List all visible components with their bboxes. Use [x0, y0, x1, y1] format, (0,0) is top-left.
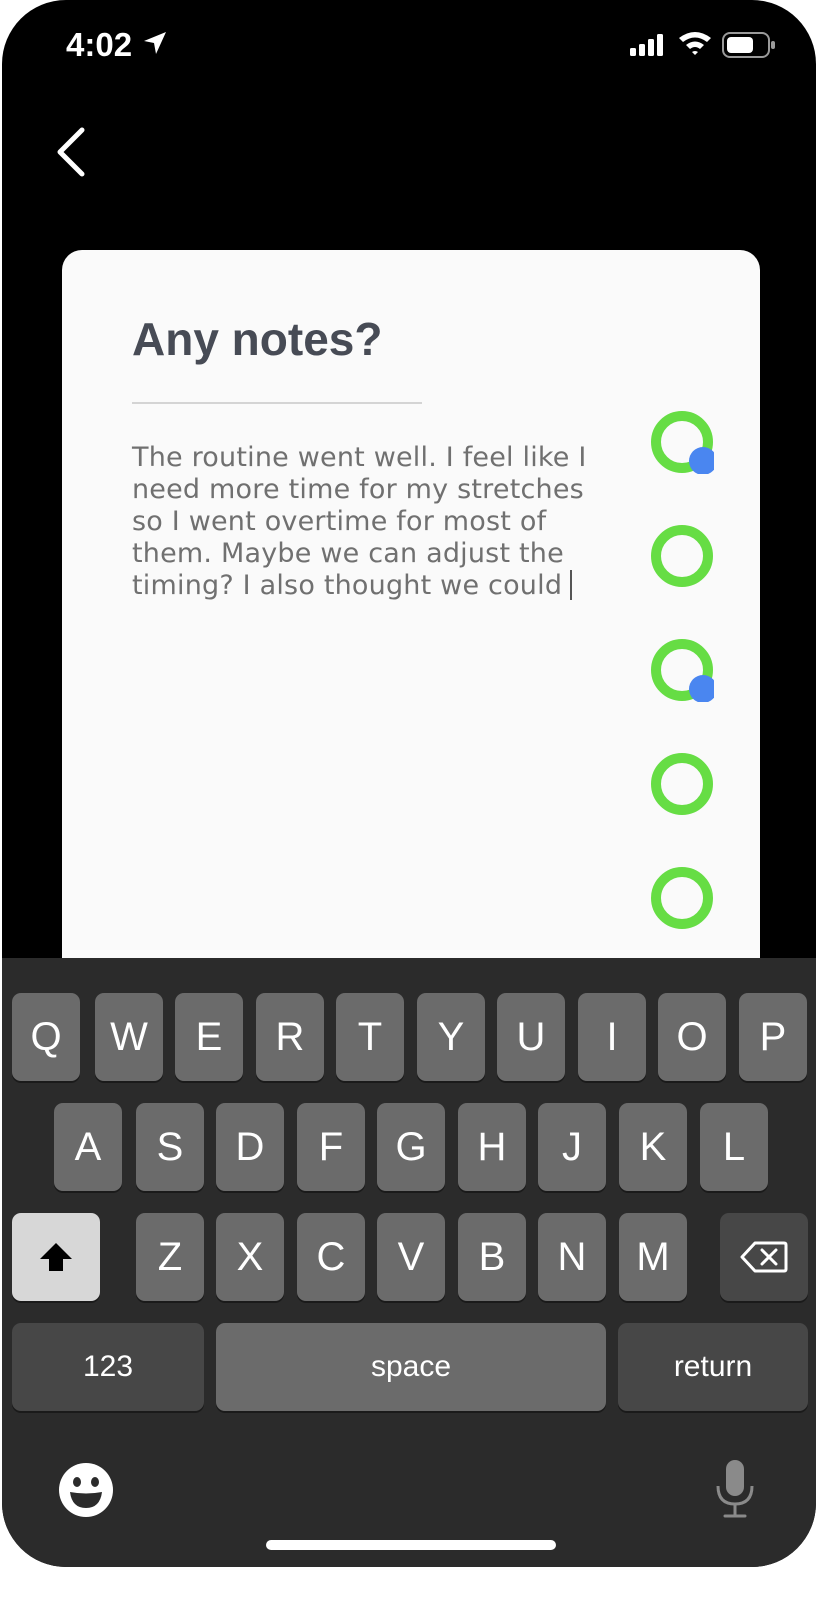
- progress-dot-3: [689, 675, 714, 702]
- key-c[interactable]: C: [297, 1213, 365, 1301]
- numbers-key[interactable]: 123: [12, 1323, 204, 1411]
- key-w[interactable]: W: [95, 993, 163, 1081]
- progress-ring-1: [651, 411, 714, 474]
- progress-ring-4: [651, 753, 713, 815]
- dictation-key[interactable]: [714, 1458, 756, 1520]
- key-x[interactable]: X: [216, 1213, 284, 1301]
- key-e[interactable]: E: [175, 993, 243, 1081]
- key-g[interactable]: G: [377, 1103, 445, 1191]
- microphone-icon: [716, 1460, 754, 1518]
- title-divider: [132, 402, 422, 404]
- key-b[interactable]: B: [458, 1213, 526, 1301]
- cellular-signal-icon: [630, 34, 663, 56]
- key-h[interactable]: H: [458, 1103, 526, 1191]
- notes-card: Any notes? The routine went well. I feel…: [62, 250, 760, 1010]
- key-f[interactable]: F: [297, 1103, 365, 1191]
- key-o[interactable]: O: [658, 993, 726, 1081]
- home-indicator[interactable]: [266, 1540, 556, 1550]
- page-title: Any notes?: [132, 313, 383, 365]
- shift-arrow-icon: [40, 1243, 72, 1271]
- key-k[interactable]: K: [619, 1103, 687, 1191]
- notes-textarea[interactable]: The routine went well. I feel like I nee…: [132, 442, 602, 602]
- phone-screen: 4:02 Any notes? The routine went well. I…: [2, 0, 816, 1567]
- chevron-left-icon: [57, 127, 85, 177]
- key-n[interactable]: N: [538, 1213, 606, 1301]
- status-time: 4:02: [66, 26, 133, 63]
- wifi-icon: [679, 32, 711, 55]
- key-z[interactable]: Z: [136, 1213, 204, 1301]
- progress-ring-5: [651, 867, 713, 929]
- back-button[interactable]: [48, 124, 98, 180]
- emoji-icon: [59, 1463, 113, 1517]
- emoji-key[interactable]: [58, 1462, 114, 1518]
- space-key[interactable]: space: [216, 1323, 606, 1411]
- key-p[interactable]: P: [739, 993, 807, 1081]
- key-r[interactable]: R: [256, 993, 324, 1081]
- progress-ring-3: [651, 639, 714, 702]
- progress-dot-1: [689, 447, 714, 474]
- key-y[interactable]: Y: [417, 993, 485, 1081]
- key-v[interactable]: V: [377, 1213, 445, 1301]
- backspace-icon: [740, 1241, 788, 1273]
- delete-key[interactable]: [720, 1213, 808, 1301]
- key-m[interactable]: M: [619, 1213, 687, 1301]
- return-key[interactable]: return: [618, 1323, 808, 1411]
- notes-value: The routine went well. I feel like I nee…: [132, 442, 587, 601]
- key-u[interactable]: U: [497, 993, 565, 1081]
- shift-key[interactable]: [12, 1213, 100, 1301]
- key-i[interactable]: I: [578, 993, 646, 1081]
- key-d[interactable]: D: [216, 1103, 284, 1191]
- key-q[interactable]: Q: [12, 993, 80, 1081]
- battery-icon: [722, 32, 775, 58]
- progress-ring-2: [651, 525, 713, 587]
- location-arrow-icon: [144, 32, 166, 54]
- text-cursor: [570, 570, 573, 600]
- key-t[interactable]: T: [336, 993, 404, 1081]
- keyboard: Q W E R T Y U I O P A S D F G H J K L Z …: [2, 958, 816, 1567]
- key-j[interactable]: J: [538, 1103, 606, 1191]
- key-a[interactable]: A: [54, 1103, 122, 1191]
- key-l[interactable]: L: [700, 1103, 768, 1191]
- key-s[interactable]: S: [136, 1103, 204, 1191]
